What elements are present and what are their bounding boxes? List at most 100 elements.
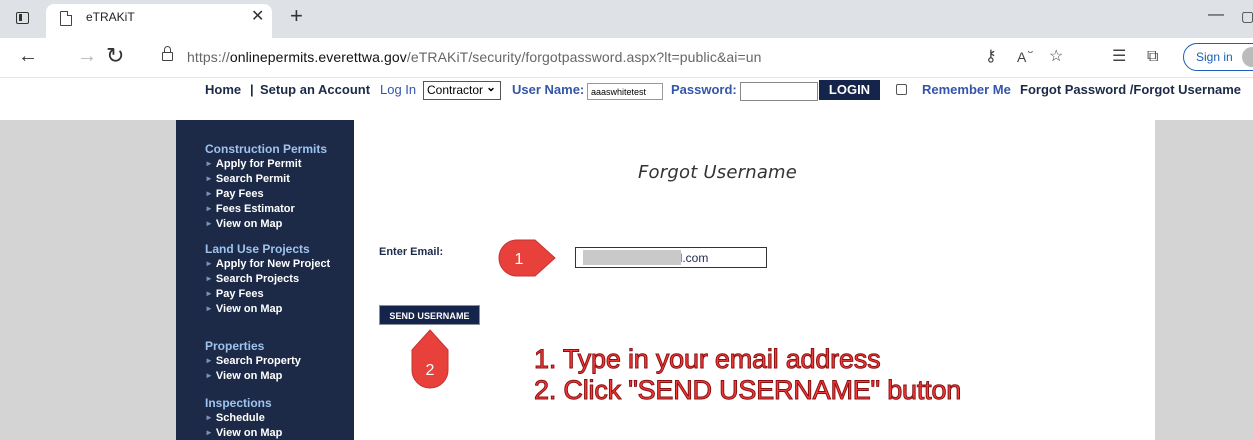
close-icon[interactable]: ✕ [251, 8, 264, 26]
sidebar-item-apply-for-permit[interactable]: ► Apply for Permit [205, 157, 327, 172]
sidebar-group-properties: Properties ► Search Property ► View on Map [205, 339, 301, 384]
password-input[interactable] [740, 82, 818, 101]
reload-icon[interactable]: ↻ [106, 43, 124, 69]
profile-avatar-icon [1242, 47, 1253, 67]
sidebar-item-pay-fees[interactable]: ► Pay Fees [205, 187, 327, 202]
browser-toolbar: ← → ↻ https://onlinepermits.everettwa.go… [0, 38, 1253, 78]
url-prefix: https:// [187, 49, 230, 65]
send-username-button[interactable]: SEND USERNAME [379, 305, 480, 325]
user-name-input[interactable]: aaaswhitetest [587, 83, 663, 100]
browser-tab[interactable]: eTRAKiT ✕ [46, 4, 272, 38]
password-label: Password: [671, 82, 737, 97]
restore-icon[interactable]: ▢ [1241, 8, 1253, 25]
sidebar-heading[interactable]: Land Use Projects [205, 242, 330, 256]
minimize-icon[interactable]: — [1208, 6, 1224, 24]
url-path: /eTRAKiT/security/forgotpassword.aspx?lt… [406, 49, 762, 65]
user-name-value: aaaswhitetest [591, 87, 647, 97]
step-2-marker: 2 [411, 329, 449, 389]
sidebar-item-label: Schedule [215, 412, 265, 424]
sidebar-item-view-on-map[interactable]: ► View on Map [205, 369, 301, 384]
browser-tab-bar: eTRAKiT ✕ + — ▢ [0, 0, 1253, 38]
collections-icon[interactable]: ⧉ [1147, 47, 1158, 67]
arrow-right-icon: ► [205, 259, 213, 268]
sidebar-group-construction-permits: Construction Permits ► Apply for Permit ►… [205, 142, 327, 232]
sidebar-heading[interactable]: Construction Permits [205, 142, 327, 156]
sidebar-item-search-permit[interactable]: ► Search Permit [205, 172, 327, 187]
sidebar-item-label: View on Map [215, 303, 283, 315]
setup-account-link[interactable]: Setup an Account [260, 82, 370, 97]
arrow-right-icon: ► [205, 219, 213, 228]
forward-icon[interactable]: → [77, 45, 97, 68]
sidebar-item-label: View on Map [215, 427, 283, 439]
sidebar-item-label: View on Map [215, 218, 283, 230]
sidebar-item-schedule[interactable]: ► Schedule [205, 411, 282, 426]
email-field[interactable]: il.com [575, 247, 767, 268]
email-label: Enter Email: [379, 246, 444, 258]
user-name-label: User Name: [512, 82, 585, 97]
add-favorite-icon[interactable]: ☆ [1049, 47, 1063, 67]
arrow-right-icon: ► [205, 428, 213, 437]
sidebar-item-search-projects[interactable]: ► Search Projects [205, 272, 330, 287]
read-aloud-icon[interactable]: A꙾ [1017, 47, 1034, 67]
sidebar-item-pay-fees[interactable]: ► Pay Fees [205, 287, 330, 302]
sidebar-item-label: Apply for New Project [215, 258, 331, 270]
sidebar-item-view-on-map[interactable]: ► View on Map [205, 302, 330, 317]
arrow-right-icon: ► [205, 189, 213, 198]
sidebar-group-inspections: Inspections ► Schedule ► View on Map [205, 396, 282, 440]
tab-title: eTRAKiT [86, 10, 135, 24]
sidebar-item-view-on-map[interactable]: ► View on Map [205, 426, 282, 440]
tab-actions-icon[interactable] [14, 9, 32, 27]
sidebar-menu: Construction Permits ► Apply for Permit ►… [176, 120, 354, 440]
sidebar-item-fees-estimator[interactable]: ► Fees Estimator [205, 202, 327, 217]
sidebar-item-label: Search Property [215, 355, 301, 367]
instruction-line-2: 2. Click "SEND USERNAME" button [533, 375, 962, 406]
sign-in-label: Sign in [1196, 50, 1233, 64]
instruction-line-1: 1. Type in your email address [533, 344, 881, 375]
sidebar-heading[interactable]: Properties [205, 339, 301, 353]
remember-me-label[interactable]: Remember Me [922, 82, 1011, 97]
arrow-right-icon: ► [205, 274, 213, 283]
arrow-right-icon: ► [205, 204, 213, 213]
sidebar-item-label: Pay Fees [215, 288, 264, 300]
sidebar-item-view-on-map[interactable]: ► View on Map [205, 217, 327, 232]
arrow-right-icon: ► [205, 174, 213, 183]
arrow-right-icon: ► [205, 356, 213, 365]
lock-icon[interactable] [162, 46, 173, 63]
home-link[interactable]: Home [205, 82, 241, 97]
sidebar-item-label: Fees Estimator [215, 203, 295, 215]
sidebar-item-apply-for-new-project[interactable]: ► Apply for New Project [205, 257, 330, 272]
plus-icon[interactable]: + [290, 4, 303, 28]
step-2-number: 2 [426, 362, 435, 379]
sign-in-button[interactable]: Sign in [1183, 43, 1253, 71]
url-host: onlinepermits.everettwa.gov [229, 49, 407, 65]
site-header-nav: Home | Setup an Account Log In Contracto… [0, 78, 1253, 104]
log-in-label: Log In [380, 82, 417, 97]
sidebar-item-label: Apply for Permit [215, 158, 302, 170]
address-bar[interactable]: https://onlinepermits.everettwa.gov/eTRA… [187, 49, 762, 65]
role-select-value: Contractor [427, 83, 484, 97]
arrow-right-icon: ► [205, 159, 213, 168]
forgot-password-link[interactable]: Forgot Password /Forgot Username [1020, 82, 1241, 97]
sidebar-item-label: Search Projects [215, 273, 300, 285]
role-select[interactable]: Contractor [423, 80, 501, 100]
sidebar-item-search-property[interactable]: ► Search Property [205, 354, 301, 369]
remember-me-checkbox[interactable] [896, 84, 907, 95]
instructions-overlay: 1. Type in your email address 2. Click "… [533, 344, 962, 406]
sidebar-group-land-use-projects: Land Use Projects ► Apply for New Project… [205, 242, 330, 317]
step-1-number: 1 [515, 251, 524, 268]
page-margin-left [0, 120, 176, 440]
sidebar-item-label: View on Map [215, 370, 283, 382]
email-value: il.com [677, 251, 709, 265]
login-button[interactable]: LOGIN [819, 80, 880, 100]
arrow-right-icon: ► [205, 304, 213, 313]
page-margin-right [1155, 120, 1253, 440]
step-1-marker: 1 [498, 239, 556, 277]
key-icon[interactable]: ⚷ [985, 47, 997, 67]
favorites-icon[interactable]: ☰ [1112, 47, 1126, 67]
nav-separator: | [250, 82, 254, 97]
sidebar-heading[interactable]: Inspections [205, 396, 282, 410]
email-redaction [583, 250, 681, 265]
back-icon[interactable]: ← [18, 45, 38, 68]
sidebar-item-label: Search Permit [215, 173, 290, 185]
arrow-right-icon: ► [205, 371, 213, 380]
